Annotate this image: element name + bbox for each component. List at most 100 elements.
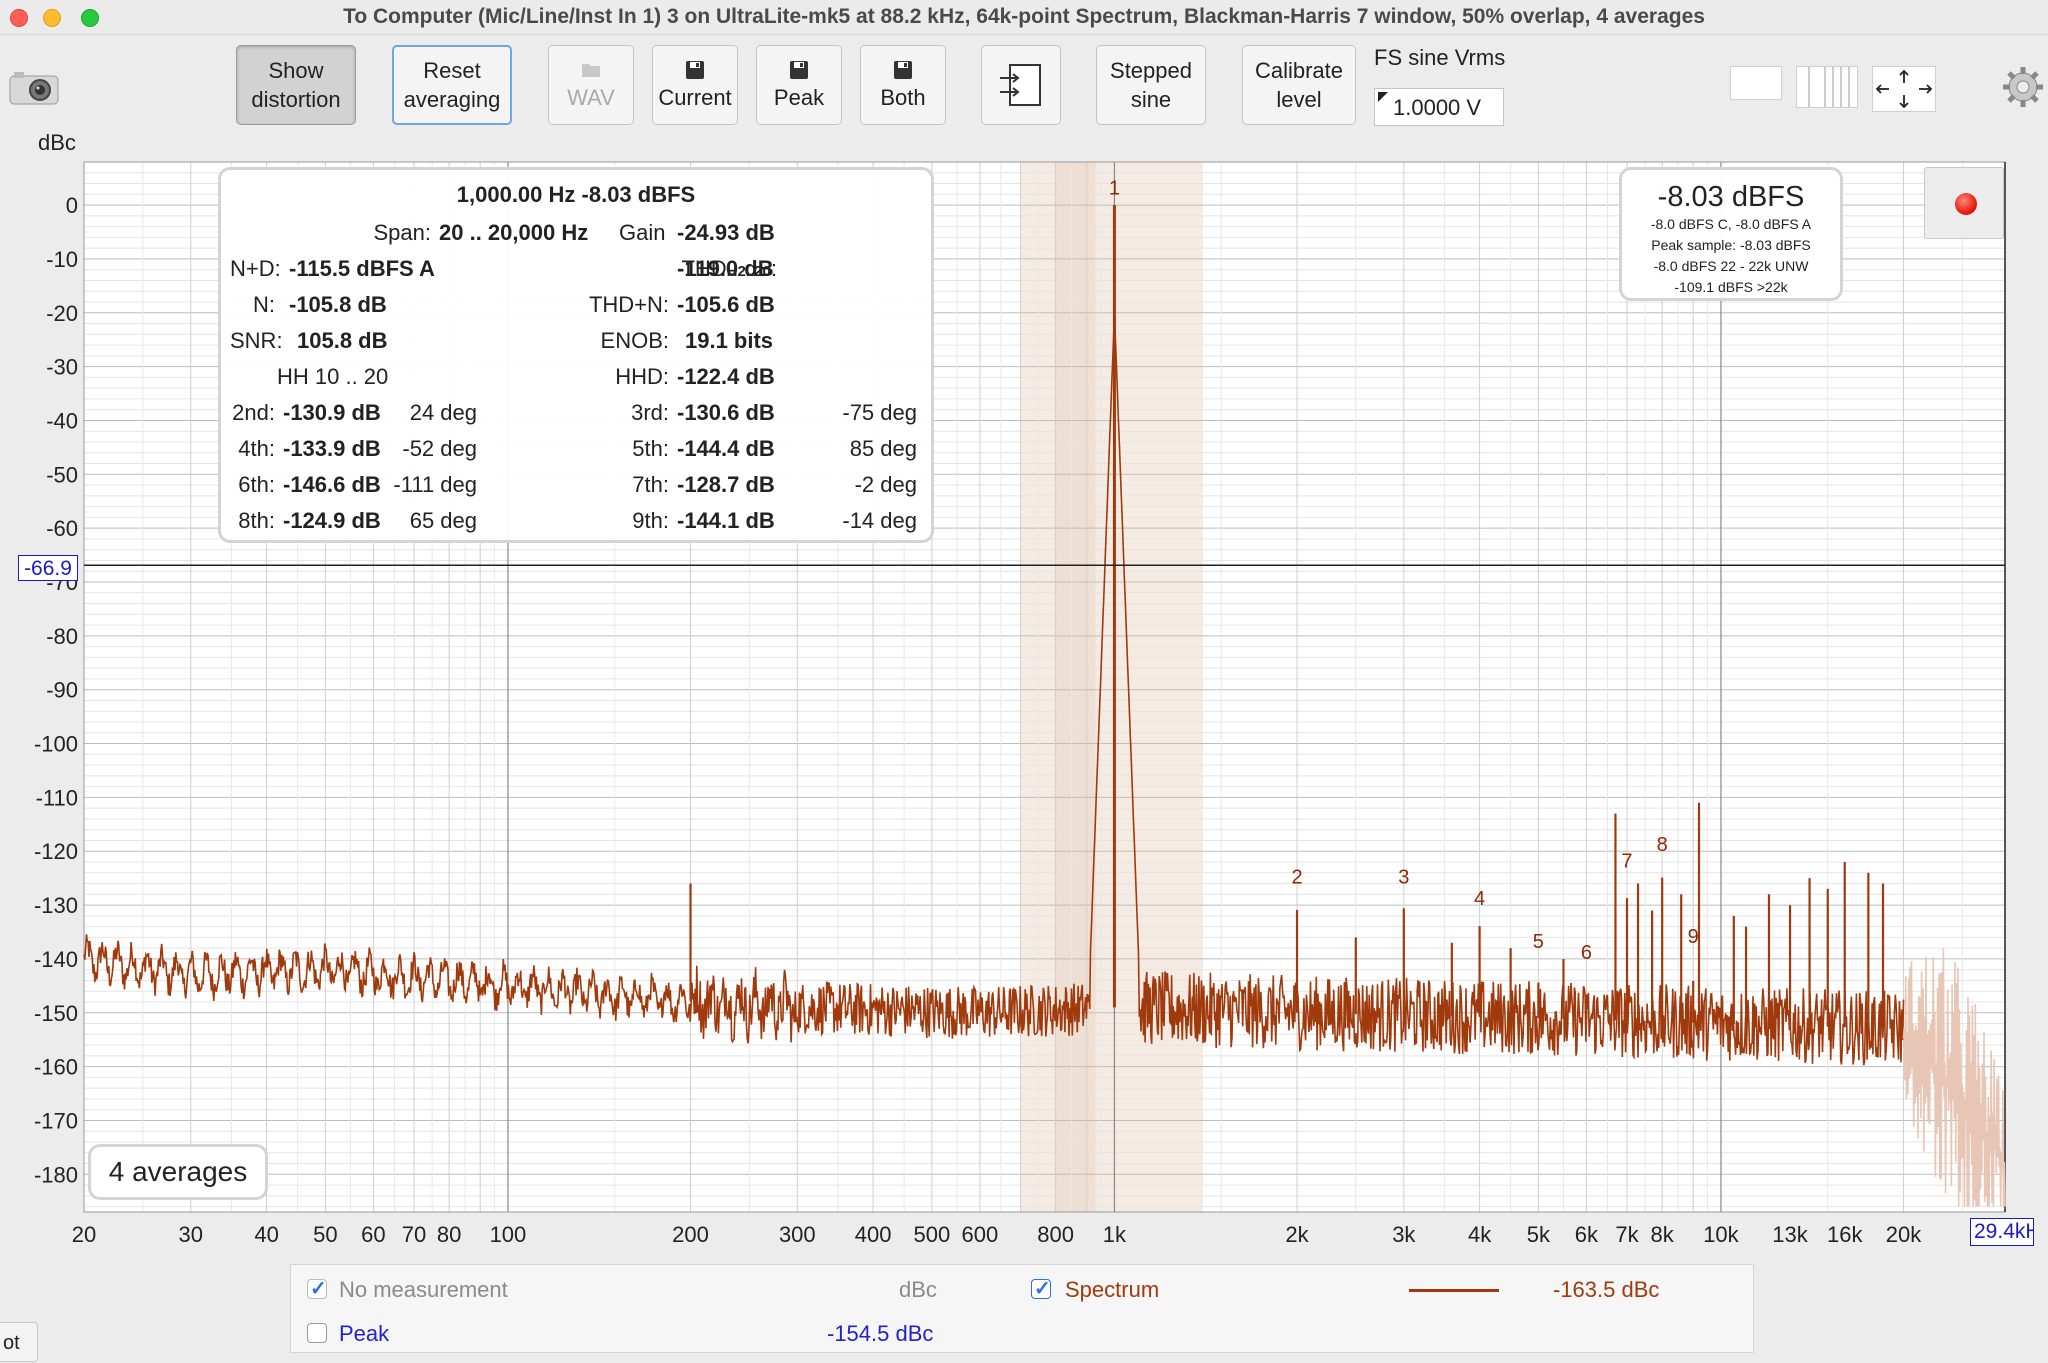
y-tick-label: -100 [34,732,78,757]
harmonic-phase: 85 deg [849,436,917,461]
y-tick-label: -130 [34,893,78,918]
x-tick-label: 2k [1285,1222,1309,1247]
x-tick-label: 800 [1037,1222,1074,1247]
enob-value: 19.1 bits [685,328,774,353]
nd-label: N+D: [230,256,281,281]
hhd-label: HHD: [615,364,669,389]
peak-legend-label: Peak [339,1321,390,1346]
harmonic-label: 6th: [238,472,275,497]
span-label: Span: [373,220,432,245]
harmonic-marker-label: 3 [1398,867,1409,889]
x-tick-label: 16k [1827,1222,1863,1247]
y-tick-label: -10 [46,247,78,272]
x-tick-label: 70 [402,1222,426,1247]
n-value: -105.8 dB [289,292,387,317]
harmonic-label: 8th: [238,508,275,533]
fundamental-band-inner [1054,162,1096,1212]
legend-unit: dBc [899,1277,937,1302]
record-button[interactable] [1924,167,2004,239]
x-tick-label: 1k [1103,1222,1127,1247]
level-line-3: -8.0 dBFS 22 - 22k UNW [1653,258,1809,274]
harmonic-phase: 24 deg [409,400,477,425]
record-icon [1955,193,1977,215]
y-tick-label: -40 [46,408,78,433]
spectrum-label: Spectrum [1065,1277,1160,1302]
harmonic-marker-label: 2 [1291,867,1302,889]
x-tick-label: 20 [72,1222,96,1247]
y-tick-label: -140 [34,947,78,972]
level-readout-box: -8.03 dBFS -8.0 dBFS C, -8.0 dBFS A Peak… [1619,167,1843,301]
y-tick-label: 0 [66,193,78,218]
level-line-1: -8.0 dBFS C, -8.0 dBFS A [1650,216,1812,232]
snr-label: SNR: [230,328,283,353]
harmonic-label: 4th: [238,436,275,461]
x-tick-label: 50 [313,1222,337,1247]
spectrum-line-swatch [1409,1289,1499,1292]
gain-value: -24.93 dB [677,220,775,245]
x-tick-label: 3k [1392,1222,1416,1247]
harmonic-marker-label: 8 [1657,834,1668,856]
peak-checkbox[interactable] [307,1323,327,1343]
hhd-value: -122.4 dB [677,364,775,389]
x-tick-label: 30 [179,1222,203,1247]
harmonic-marker-label: 1 [1109,177,1120,199]
legend-panel: No measurement dBc Spectrum -163.5 dBc P… [290,1264,1754,1353]
side-tab[interactable]: ot [0,1322,38,1362]
y-tick-label: -30 [46,355,78,380]
y-tick-label: -80 [46,624,78,649]
harmonic-label: 9th: [632,508,669,533]
averages-badge: 4 averages [88,1144,268,1200]
nd-value: -115.5 dBFS A [289,256,435,281]
harmonic-phase: 65 deg [409,508,477,533]
x-tick-label: 80 [437,1222,461,1247]
y-tick-label: -110 [36,785,78,810]
fundamental-readout: 1,000.00 Hz -8.03 dBFS [456,182,696,207]
harmonic-label: 3rd: [631,400,669,425]
y-tick-label: -180 [34,1162,78,1187]
y-tick-label: -160 [34,1055,78,1080]
thdn-label: THD+N: [588,292,669,317]
level-main: -8.03 dBFS [1657,181,1805,213]
peak-legend-value: -154.5 dBc [827,1321,934,1346]
x-tick-label: 20k [1886,1222,1922,1247]
harmonic-marker-label: 4 [1474,888,1485,910]
y-tick-label: -20 [46,301,78,326]
cursor-x-value[interactable]: 29.4kHz [1970,1218,2034,1246]
x-tick-label: 600 [962,1222,999,1247]
harmonic-phase: -111 deg [393,472,477,497]
x-tick-label: 40 [254,1222,278,1247]
y-tick-label: -170 [34,1108,78,1133]
thdn-value: -105.6 dB [677,292,775,317]
y-tick-label: -60 [46,516,78,541]
fundamental-band [1020,162,1204,1212]
y-tick-label: -50 [46,462,78,487]
harmonic-marker-label: 5 [1533,931,1544,953]
gain-label: Gain [619,220,666,245]
x-tick-label: 300 [779,1222,816,1247]
harmonic-phase: -2 deg [854,472,917,497]
level-line-2: Peak sample: -8.03 dBFS [1651,237,1811,253]
harmonic-phase: -75 deg [842,400,917,425]
hh-range-label: HH 10 .. 20 [277,364,389,389]
x-tick-label: 8k [1651,1222,1675,1247]
harmonic-phase: -14 deg [842,508,917,533]
x-tick-label: 500 [914,1222,951,1247]
x-tick-label: 60 [361,1222,385,1247]
level-line-4: -109.1 dBFS >22k [1674,279,1788,295]
n-label: N: [253,292,275,317]
y-tick-label: -90 [46,678,78,703]
y-tick-label: -120 [34,839,78,864]
cursor-y-value[interactable]: -66.9 [18,555,78,581]
no-measurement-checkbox[interactable] [307,1276,327,1301]
x-tick-label: 7k [1615,1222,1639,1247]
harmonic-marker-label: 6 [1581,942,1592,964]
enob-label: ENOB: [600,328,669,353]
thd-value: -119.0 dB [677,256,774,281]
snr-value: 105.8 dB [297,328,388,353]
spectrum-checkbox[interactable] [1031,1276,1051,1301]
harmonic-label: 5th: [632,436,669,461]
x-tick-label: 5k [1527,1222,1551,1247]
y-tick-label: -150 [34,1001,78,1026]
x-tick-label: 4k [1468,1222,1492,1247]
spectrum-value: -163.5 dBc [1553,1277,1660,1302]
